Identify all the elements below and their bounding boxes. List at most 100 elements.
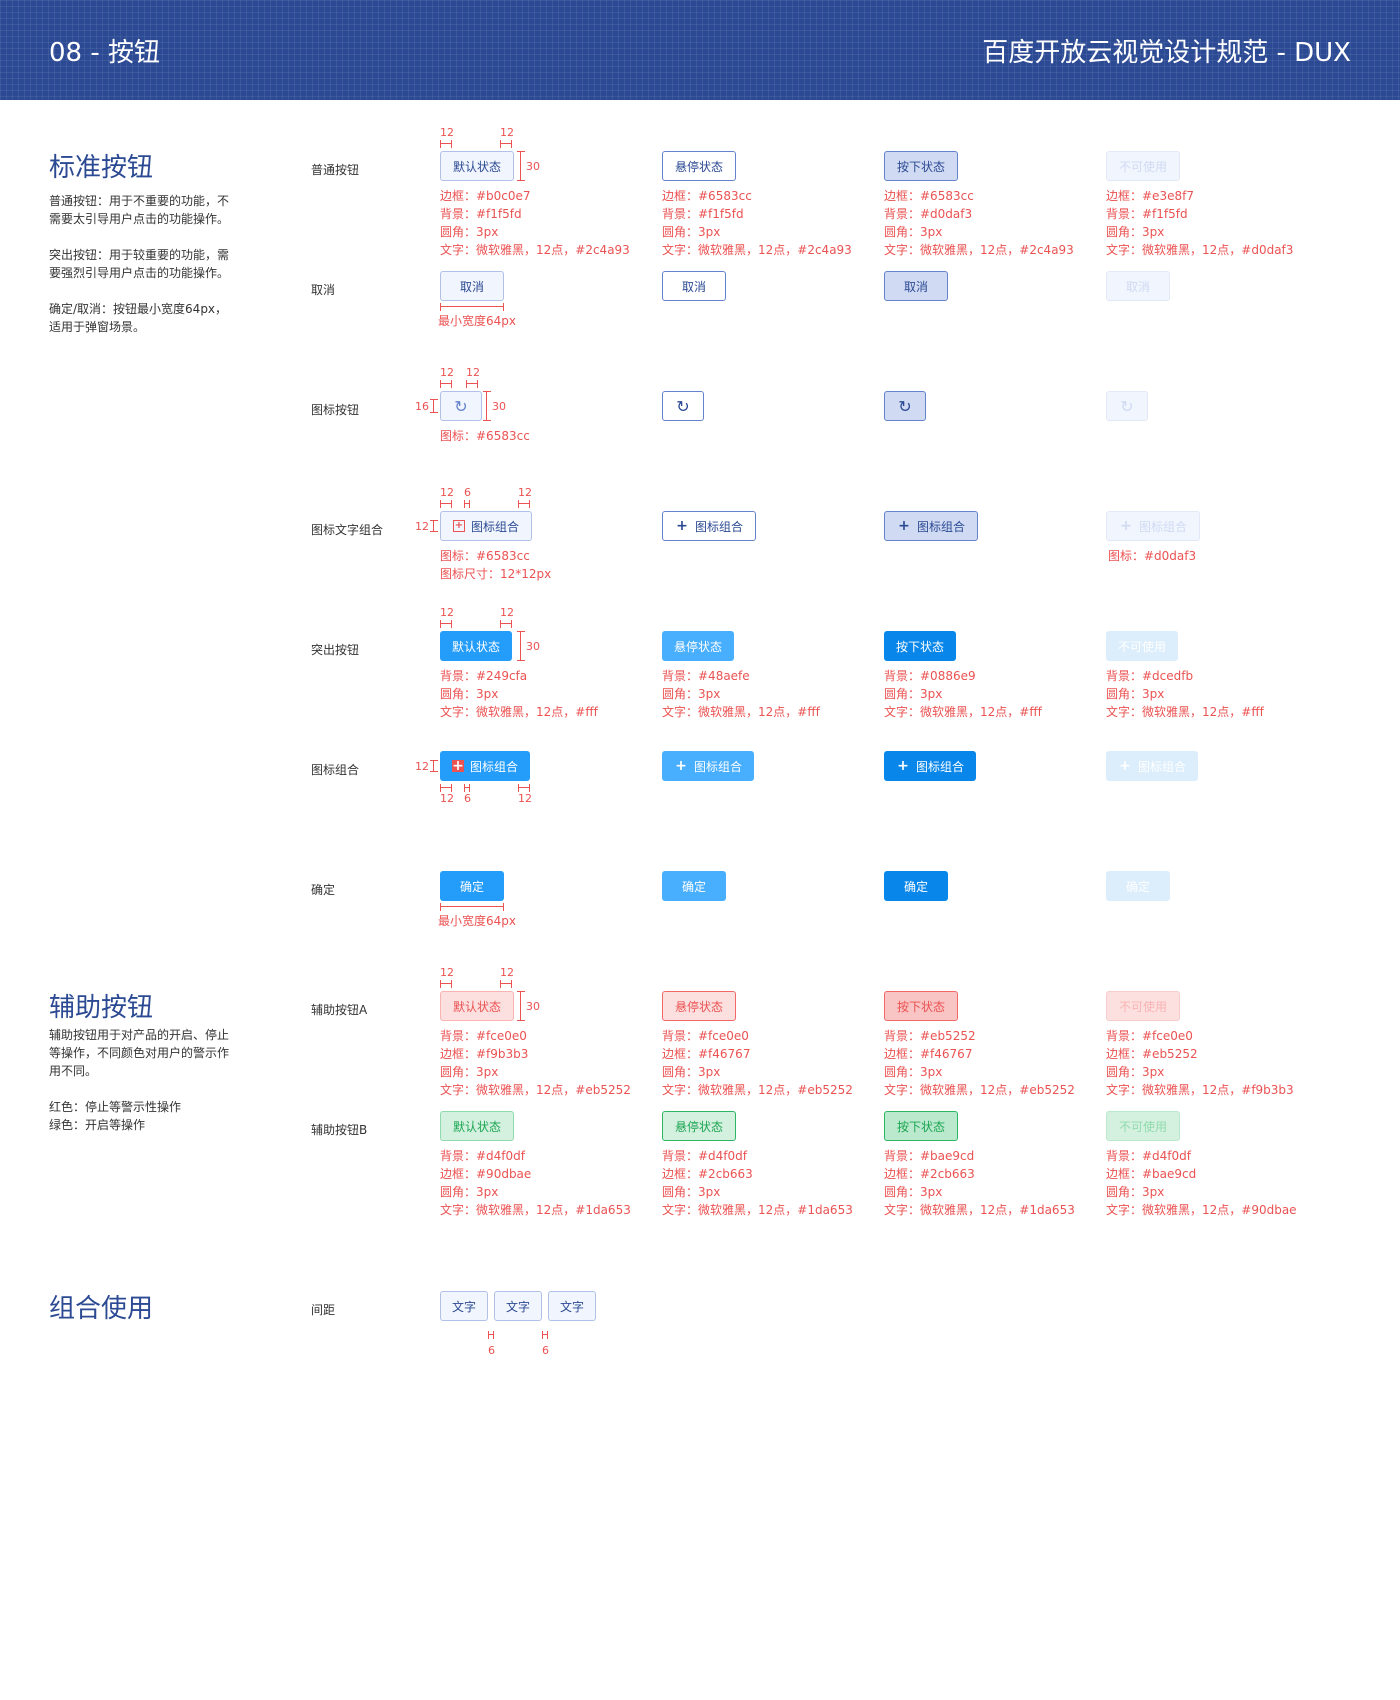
- text-button[interactable]: 文字: [494, 1291, 542, 1321]
- highlight-button-hover[interactable]: 悬停状态: [662, 631, 735, 661]
- dim-label: 12: [518, 486, 532, 499]
- dim-label: 12: [440, 966, 454, 979]
- spec-line: 文字：微软雅黑，12点，#1da653: [440, 1203, 631, 1217]
- aux-green-button-default[interactable]: 默认状态: [440, 1111, 515, 1141]
- spec-line: 背景：#bae9cd: [884, 1149, 975, 1163]
- icontext-button-disabled[interactable]: + 图标组合: [1106, 511, 1201, 541]
- dim-marker: [466, 380, 478, 388]
- aux-green-button-disabled[interactable]: 不可使用: [1106, 1111, 1181, 1141]
- cancel-button-disabled[interactable]: 取消: [1106, 271, 1170, 301]
- icon-button-disabled[interactable]: ↻: [1106, 391, 1148, 421]
- aux-red-button-active[interactable]: 按下状态: [884, 991, 959, 1021]
- dim-marker: [440, 980, 452, 988]
- normal-button-hover[interactable]: 悬停状态: [662, 151, 737, 181]
- row-label-hicon: 图标组合: [311, 763, 360, 777]
- spec-line: 背景：#fce0e0: [662, 1029, 749, 1043]
- dim-marker: [440, 303, 504, 311]
- dim-marker: [500, 140, 512, 148]
- aux-green-button-active[interactable]: 按下状态: [884, 1111, 959, 1141]
- button-label: 图标组合: [471, 519, 520, 534]
- button-label: 图标组合: [916, 759, 965, 774]
- spec-line: 文字：微软雅黑，12点，#fff: [662, 705, 820, 719]
- aux-red-button-hover[interactable]: 悬停状态: [662, 991, 737, 1021]
- dim-label: 12: [440, 126, 454, 139]
- dim-marker: [500, 980, 512, 988]
- dim-label: 6: [488, 1344, 495, 1357]
- normal-button-disabled[interactable]: 不可使用: [1106, 151, 1181, 181]
- spec-line: 背景：#d0daf3: [884, 207, 973, 221]
- dim-label: 12: [440, 486, 454, 499]
- ok-button-disabled[interactable]: 确定: [1106, 871, 1170, 901]
- text-button[interactable]: 文字: [548, 1291, 596, 1321]
- icontext-button-active[interactable]: + 图标组合: [884, 511, 979, 541]
- button-label: 图标组合: [695, 519, 744, 534]
- ok-button-default[interactable]: 确定: [440, 871, 504, 901]
- spec-line: 边框：#b0c0e7: [440, 189, 531, 203]
- dim-marker: [517, 151, 525, 181]
- spec-note: 背景：#fce0e0 边框：#f46767 圆角：3px 文字：微软雅黑，12点，#e…: [662, 1027, 853, 1099]
- spec-line: 圆角：3px: [662, 1185, 721, 1199]
- section-title-standard: 标准按钮: [49, 153, 154, 183]
- cancel-button-default[interactable]: 取消: [440, 271, 504, 301]
- spec-line: 背景：#d4f0df: [1106, 1149, 1192, 1163]
- spec-line: 背景：#f1f5fd: [662, 207, 744, 221]
- plus-icon: +: [897, 758, 909, 774]
- hicon-button-hover[interactable]: + 图标组合: [662, 751, 755, 781]
- spec-line: 背景：#249cfa: [440, 669, 528, 683]
- cancel-button-active[interactable]: 取消: [884, 271, 948, 301]
- aux-red-button-disabled[interactable]: 不可使用: [1106, 991, 1181, 1021]
- highlight-button-active[interactable]: 按下状态: [884, 631, 957, 661]
- highlight-button-disabled[interactable]: 不可使用: [1106, 631, 1179, 661]
- cancel-button-hover[interactable]: 取消: [662, 271, 726, 301]
- row-label-auxB: 辅助按钮B: [311, 1123, 368, 1137]
- spec-line: 背景：#0886e9: [884, 669, 976, 683]
- dim-label: 12: [415, 520, 429, 533]
- icon-button-active[interactable]: ↻: [884, 391, 926, 421]
- highlight-button-default[interactable]: 默认状态: [440, 631, 513, 661]
- desc-para: 确定/取消：按钮最小宽度64px，适用于弹窗场景。: [49, 302, 228, 334]
- spec-note: 背景：#eb5252 边框：#f46767 圆角：3px 文字：微软雅黑，12点，#e…: [884, 1027, 1075, 1099]
- dim-label: 30: [526, 160, 540, 173]
- spec-line: 边框：#90dbae: [440, 1167, 532, 1181]
- refresh-icon: ↻: [1120, 396, 1134, 416]
- hicon-button-disabled[interactable]: + 图标组合: [1106, 751, 1199, 781]
- spec-line: 背景：#f1f5fd: [440, 207, 522, 221]
- spec-note: 背景：#48aefe 圆角：3px 文字：微软雅黑，12点，#fff: [662, 667, 820, 721]
- spec-note: 图标：#6583cc 图标尺寸：12*12px: [440, 547, 551, 583]
- plus-icon: +: [676, 518, 688, 534]
- aux-red-button-default[interactable]: 默认状态: [440, 991, 515, 1021]
- grid-icon: +: [453, 520, 465, 532]
- refresh-icon: ↻: [898, 396, 912, 416]
- spec-line: 文字：微软雅黑，12点，#fff: [440, 705, 598, 719]
- spec-line: 圆角：3px: [884, 1065, 943, 1079]
- ok-button-hover[interactable]: 确定: [662, 871, 726, 901]
- icontext-button-default[interactable]: + 图标组合: [440, 511, 533, 541]
- ok-button-active[interactable]: 确定: [884, 871, 948, 901]
- row-label-highlight: 突出按钮: [311, 643, 360, 657]
- normal-button-active[interactable]: 按下状态: [884, 151, 959, 181]
- dim-marker: [517, 991, 525, 1021]
- spec-line: 圆角：3px: [440, 1065, 499, 1079]
- dim-label: 30: [492, 400, 506, 413]
- icontext-button-hover[interactable]: + 图标组合: [662, 511, 757, 541]
- text-button[interactable]: 文字: [440, 1291, 488, 1321]
- spec-line: 文字：微软雅黑，12点，#fff: [1106, 705, 1264, 719]
- button-label: 图标组合: [1139, 519, 1188, 534]
- spec-note: 背景：#249cfa 圆角：3px 文字：微软雅黑，12点，#fff: [440, 667, 598, 721]
- dim-marker: [483, 391, 491, 421]
- aux-green-button-hover[interactable]: 悬停状态: [662, 1111, 737, 1141]
- hicon-button-default[interactable]: + 图标组合: [440, 751, 531, 781]
- desc-para: 突出按钮：用于较重要的功能，需要强烈引导用户点击的功能操作。: [49, 248, 230, 280]
- dim-label: 6: [464, 486, 471, 499]
- normal-button-default[interactable]: 默认状态: [440, 151, 515, 181]
- refresh-icon: ↻: [676, 396, 690, 416]
- page-header: 08 - 按钮 百度开放云视觉设计规范 - DUX: [0, 0, 1400, 100]
- spec-line: 圆角：3px: [1106, 687, 1165, 701]
- icon-button-default[interactable]: ↻: [440, 391, 482, 421]
- icon-button-hover[interactable]: ↻: [662, 391, 704, 421]
- spec-note: 背景：#0886e9 圆角：3px 文字：微软雅黑，12点，#fff: [884, 667, 1042, 721]
- dim-marker: [440, 903, 504, 911]
- spec-note: 背景：#fce0e0 边框：#f9b3b3 圆角：3px 文字：微软雅黑，12点，#e…: [440, 1027, 631, 1099]
- hicon-button-active[interactable]: + 图标组合: [884, 751, 977, 781]
- dim-marker: [517, 631, 525, 661]
